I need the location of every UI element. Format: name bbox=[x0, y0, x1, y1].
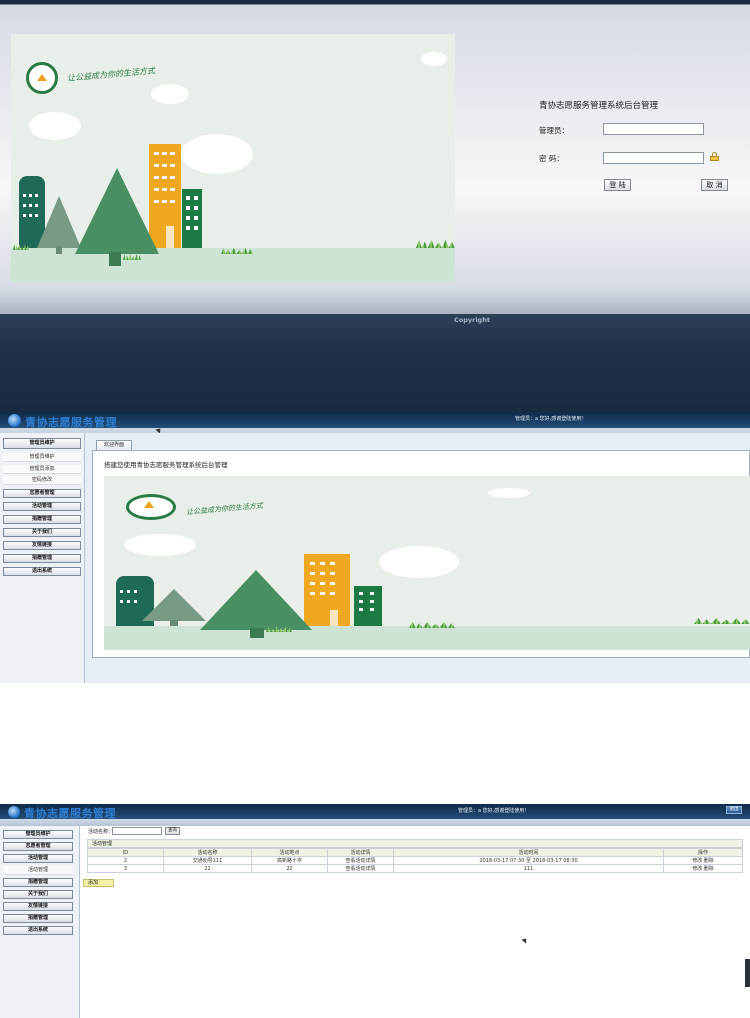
login-button[interactable]: 登 陆 bbox=[604, 179, 631, 191]
menu-item-about-2[interactable]: 关于我们 bbox=[3, 890, 73, 899]
admin-sidebar: 管理员维护 管理员维护 管理员添加 密码修改 志愿者管理 活动管理 捐赠管理 关… bbox=[0, 433, 85, 683]
menu-item-about[interactable]: 关于我们 bbox=[3, 528, 81, 537]
tab-welcome[interactable]: 欢迎界面 bbox=[96, 440, 132, 450]
table-title: 活动管理 bbox=[87, 839, 743, 848]
menu-item-links-2[interactable]: 友情链接 bbox=[3, 902, 73, 911]
table-row: 2 交通劝导111 高新路十字 查看活动详情 2018-03-17 07:30 … bbox=[87, 856, 743, 865]
username-label: 管理员： bbox=[539, 126, 569, 135]
menu-item-volunteer-2[interactable]: 志愿者管理 bbox=[3, 842, 73, 851]
menu-item-logout[interactable]: 退出系统 bbox=[3, 567, 81, 576]
username-input[interactable] bbox=[603, 123, 704, 135]
cell-location: 高新路十字 bbox=[251, 856, 328, 865]
menu-header-admin[interactable]: 管理员维护 bbox=[3, 438, 81, 449]
menu-item-activity[interactable]: 活动管理 bbox=[3, 502, 81, 511]
login-illustration: 让公益成为你的生活方式 bbox=[11, 34, 455, 282]
edit-delete-links[interactable]: 修改 删除 bbox=[663, 856, 743, 865]
col-time: 活动时间 bbox=[393, 848, 664, 857]
menu-item-donation-4[interactable]: 捐赠管理 bbox=[3, 914, 73, 923]
brand-icon bbox=[8, 414, 21, 427]
brand-icon-2 bbox=[8, 806, 20, 818]
cell-name: 22 bbox=[163, 864, 252, 873]
menu-item-donation[interactable]: 捐赠管理 bbox=[3, 515, 81, 524]
menu-item-admin-maintain[interactable]: 管理员维护 bbox=[3, 453, 81, 462]
edit-delete-links[interactable]: 修改 删除 bbox=[663, 864, 743, 873]
menu-item-logout-2[interactable]: 退出系统 bbox=[3, 926, 73, 935]
menu-item-links[interactable]: 友情链接 bbox=[3, 541, 81, 550]
activity-table: 活动管理 ID 活动名称 活动地点 活动详情 活动时间 操作 2 交通劝导111… bbox=[87, 839, 743, 873]
view-details-link[interactable]: 查看活动详情 bbox=[327, 856, 394, 865]
tree-green bbox=[75, 168, 159, 254]
col-details: 活动详情 bbox=[327, 848, 394, 857]
logo-mark-icon bbox=[37, 74, 47, 81]
cell-id: 2 bbox=[87, 856, 164, 865]
menu-item-donation-3[interactable]: 捐赠管理 bbox=[3, 878, 73, 887]
menu-item-admin-add[interactable]: 管理员添加 bbox=[3, 465, 81, 474]
cancel-button[interactable]: 取 消 bbox=[701, 179, 728, 191]
col-id: ID bbox=[87, 848, 164, 857]
cloud bbox=[421, 52, 447, 66]
password-label: 密 码： bbox=[539, 154, 564, 163]
welcome-user-text: 管理员：a 您好,感谢登陆使用! bbox=[515, 416, 584, 422]
scrollbar[interactable] bbox=[745, 959, 750, 987]
search-label: 活动名称： bbox=[88, 829, 114, 835]
cloud bbox=[29, 112, 81, 140]
add-button[interactable]: 添加 bbox=[83, 879, 114, 887]
login-title: 青协志愿服务管理系统后台管理 bbox=[539, 101, 659, 111]
menu-item-password[interactable]: 密码修改 bbox=[3, 476, 81, 485]
mouse-cursor-icon-2 bbox=[521, 936, 529, 944]
slogan: 让公益成为你的生活方式 bbox=[66, 66, 156, 83]
table-row: 3 22 22 查看活动详情 111 修改 删除 bbox=[87, 864, 743, 873]
col-actions: 操作 bbox=[663, 848, 743, 857]
welcome-user-text-2: 管理员：a 您好,感谢登陆使用! bbox=[458, 808, 527, 814]
login-lower-area bbox=[0, 314, 750, 412]
menu-item-donation-2[interactable]: 捐赠管理 bbox=[3, 554, 81, 563]
logout-top-button[interactable]: 退出 bbox=[726, 806, 742, 814]
menu-item-volunteer[interactable]: 志愿者管理 bbox=[3, 489, 81, 498]
cell-id: 3 bbox=[87, 864, 164, 873]
building-green bbox=[182, 189, 202, 248]
col-location: 活动地点 bbox=[251, 848, 328, 857]
menu-header-activity[interactable]: 活动管理 bbox=[3, 854, 73, 863]
activity-search-input[interactable] bbox=[112, 827, 162, 835]
menu-item-activity-manage[interactable]: 活动管理 bbox=[3, 866, 73, 875]
cell-location: 22 bbox=[251, 864, 328, 873]
view-details-link[interactable]: 查看活动详情 bbox=[327, 864, 394, 873]
cloud bbox=[151, 84, 189, 104]
admin-sidebar-2: 管理员维护 志愿者管理 活动管理 活动管理 捐赠管理 关于我们 友情链接 捐赠管… bbox=[0, 826, 80, 1018]
welcome-slogan: 让公益成为你的生活方式 bbox=[185, 501, 264, 517]
col-name: 活动名称 bbox=[163, 848, 252, 857]
password-input[interactable] bbox=[603, 152, 704, 164]
cell-time: 2018-03-17 07:30 至 2018-03-17 08:30 bbox=[393, 856, 664, 865]
login-page: 让公益成为你的生活方式 青协志愿服务管理系统后台管理 管理员： 密 码： 登 陆… bbox=[0, 0, 750, 412]
admin-activity-page: 青协志愿服务管理 管理员：a 您好,感谢登陆使用! 退出 管理员维护 志愿者管理… bbox=[0, 804, 750, 1018]
cell-name: 交通劝导111 bbox=[163, 856, 252, 865]
search-button[interactable]: 查询 bbox=[165, 827, 180, 835]
lock-icon bbox=[710, 152, 719, 161]
cloud bbox=[181, 134, 253, 174]
admin-welcome-page: 青协志愿服务管理 管理员：a 您好,感谢登陆使用! 管理员维护 管理员维护 管理… bbox=[0, 412, 750, 804]
welcome-text: 搭建您使用青协志愿服务管理系统后台管理 bbox=[104, 461, 228, 469]
welcome-illustration: 让公益成为你的生活方式 bbox=[104, 476, 750, 650]
cell-time: 111 bbox=[393, 864, 664, 873]
copyright-text: Copyright bbox=[454, 316, 490, 324]
menu-item-admin[interactable]: 管理员维护 bbox=[3, 830, 73, 839]
